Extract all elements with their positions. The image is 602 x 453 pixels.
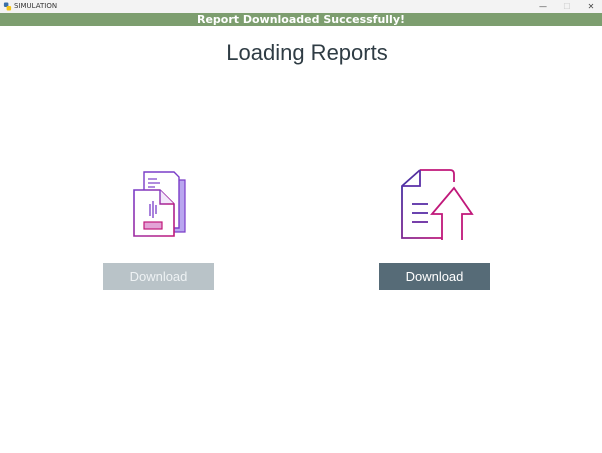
- document-stack-icon: [133, 171, 186, 237]
- document-upload-icon: [401, 169, 474, 240]
- close-button[interactable]: ✕: [579, 0, 602, 13]
- download-button-2[interactable]: Download: [379, 263, 490, 290]
- success-banner: Report Downloaded Successfully!: [0, 13, 602, 26]
- window-title: SIMULATION: [14, 2, 58, 10]
- download-button-1[interactable]: Download: [103, 263, 214, 290]
- python-icon: [3, 2, 12, 11]
- minimize-button[interactable]: —: [531, 0, 555, 13]
- window-titlebar: SIMULATION — ☐ ✕: [0, 0, 602, 13]
- maximize-button[interactable]: ☐: [555, 0, 579, 13]
- page-title: Loading Reports: [226, 40, 388, 65]
